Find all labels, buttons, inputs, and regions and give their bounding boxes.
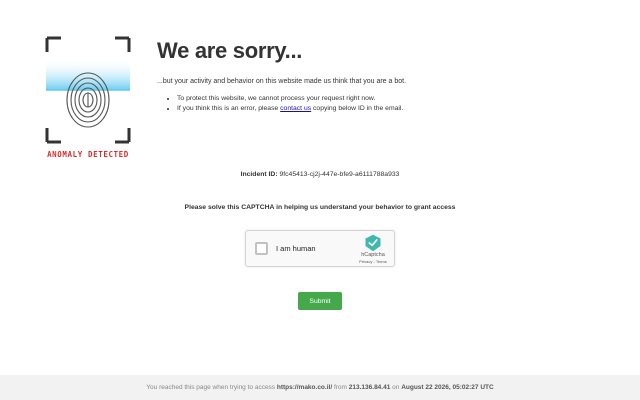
incident-label: Incident ID: — [240, 171, 278, 178]
reasons-list: To protect this website, we cannot proce… — [165, 95, 403, 115]
fingerprint-scan-icon — [45, 36, 131, 144]
reason-prefix: If you think this is an error, please — [177, 105, 279, 112]
incident-id: Incident ID: 9fc45413-cj2j-447e-bfe9-a61… — [0, 171, 640, 178]
hcaptcha-logo-icon — [365, 234, 381, 252]
hcaptcha-links: Privacy - Terms — [357, 259, 389, 264]
terms-link[interactable]: Terms — [376, 259, 387, 264]
submit-button[interactable]: Submit — [298, 292, 342, 310]
hcaptcha-widget: I am human hCaptcha Privacy - Terms — [245, 230, 395, 267]
human-checkbox[interactable] — [255, 242, 268, 255]
footer-prefix: You reached this page when trying to acc… — [146, 384, 276, 391]
footer-datetime: August 22 2026, 05:02:27 UTC — [401, 384, 494, 391]
footer-from: from — [333, 384, 347, 391]
captcha-instruction: Please solve this CAPTCHA in helping us … — [184, 204, 456, 211]
hcaptcha-brand: hCaptcha — [361, 252, 385, 258]
intro-text: ...but your activity and behavior on thi… — [157, 78, 407, 85]
footer-ip: 213.136.84.41 — [348, 384, 391, 391]
reason-suffix: copying below ID in the email. — [313, 105, 404, 112]
anomaly-logo — [44, 36, 132, 156]
footer-url: https://mako.co.il/ — [276, 384, 333, 391]
privacy-link[interactable]: Privacy — [359, 259, 372, 264]
reason-text: To protect this website, we cannot proce… — [177, 95, 376, 102]
page-title: We are sorry... — [157, 38, 303, 63]
reason-item: If you think this is an error, please co… — [177, 105, 403, 112]
contact-us-link[interactable]: contact us — [280, 105, 311, 112]
checkbox-label: I am human — [276, 244, 316, 253]
anomaly-caption: ANOMALY DETECTED — [47, 150, 129, 159]
footer-bar: You reached this page when trying to acc… — [0, 375, 640, 400]
incident-value: 9fc45413-cj2j-447e-bfe9-a6111788a933 — [279, 171, 400, 178]
reason-item: To protect this website, we cannot proce… — [177, 95, 403, 102]
footer-on: on — [392, 384, 400, 391]
